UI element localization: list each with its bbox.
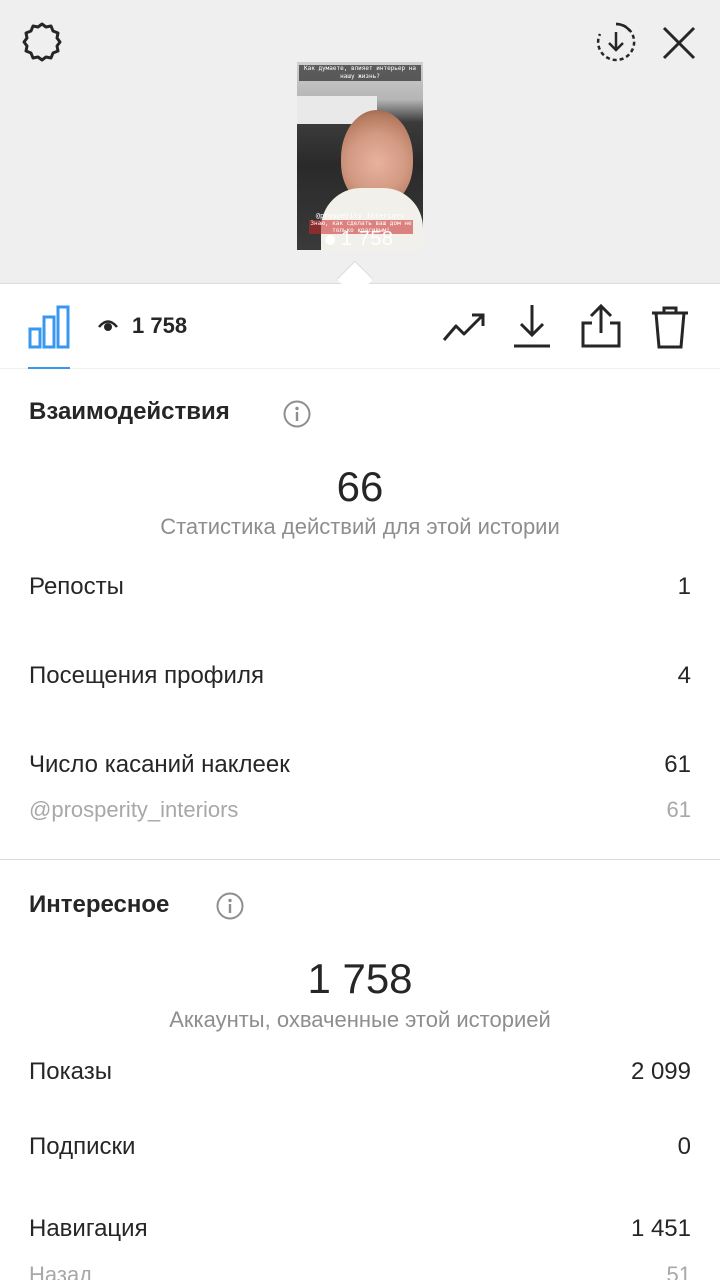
back-value: 51 xyxy=(666,1262,691,1280)
download-icon[interactable] xyxy=(512,303,552,349)
interactions-caption: Статистика действий для этой истории xyxy=(160,514,560,539)
profile-visits-value: 4 xyxy=(677,662,691,689)
sticker-taps-label: Число касаний наклеек xyxy=(29,751,290,778)
navigation-value: 1 451 xyxy=(630,1215,691,1242)
story-mention-sticker: @prosperity_interiors xyxy=(315,212,405,220)
reposts-label: Репосты xyxy=(29,573,124,600)
share-icon[interactable] xyxy=(580,303,622,349)
back-label: Назад xyxy=(29,1262,93,1280)
section-divider xyxy=(0,859,720,860)
settings-gear-icon[interactable] xyxy=(20,21,64,65)
discovery-caption: Аккаунты, охваченные этой историей xyxy=(169,1007,551,1032)
story-thumbnail[interactable]: Как думаете, влияет интерьер на нашу жиз… xyxy=(297,62,423,250)
follows-label: Подписки xyxy=(29,1133,136,1160)
save-story-icon[interactable] xyxy=(594,20,638,64)
delete-trash-icon[interactable] xyxy=(650,305,690,349)
viewers-eye-icon[interactable] xyxy=(98,318,118,332)
eye-icon xyxy=(325,234,335,245)
discovery-info-icon[interactable] xyxy=(216,892,244,920)
profile-visits-label: Посещения профиля xyxy=(29,662,264,689)
interactions-section-title: Взаимодействия xyxy=(29,398,230,425)
close-icon[interactable] xyxy=(660,24,698,62)
promote-trend-icon[interactable] xyxy=(442,310,486,344)
discovery-section-title: Интересное xyxy=(29,891,170,918)
active-tab-indicator xyxy=(28,367,70,369)
story-caption: Как думаете, влияет интерьер на нашу жиз… xyxy=(299,65,421,81)
interactions-info-icon[interactable] xyxy=(283,400,311,428)
navigation-label: Навигация xyxy=(29,1215,148,1242)
reposts-value: 1 xyxy=(677,573,691,600)
insights-bar-chart-icon[interactable] xyxy=(28,305,70,349)
story-views-count: 1 758 xyxy=(341,228,394,250)
sticker-mention-label[interactable]: @prosperity_interiors xyxy=(29,797,238,823)
discovery-total: 1 758 xyxy=(307,955,413,1002)
sticker-mention-value: 61 xyxy=(666,797,691,822)
viewers-count[interactable]: 1 758 xyxy=(132,313,187,339)
story-preview-area: Как думаете, влияет интерьер на нашу жиз… xyxy=(0,0,720,284)
impressions-label: Показы xyxy=(29,1058,112,1085)
sticker-taps-value: 61 xyxy=(664,751,691,778)
story-views-overlay: 1 758 xyxy=(325,228,394,250)
interactions-total: 66 xyxy=(336,463,384,510)
impressions-value: 2 099 xyxy=(630,1058,691,1085)
insights-toolbar: 1 758 xyxy=(0,285,720,369)
follows-value: 0 xyxy=(677,1133,691,1160)
